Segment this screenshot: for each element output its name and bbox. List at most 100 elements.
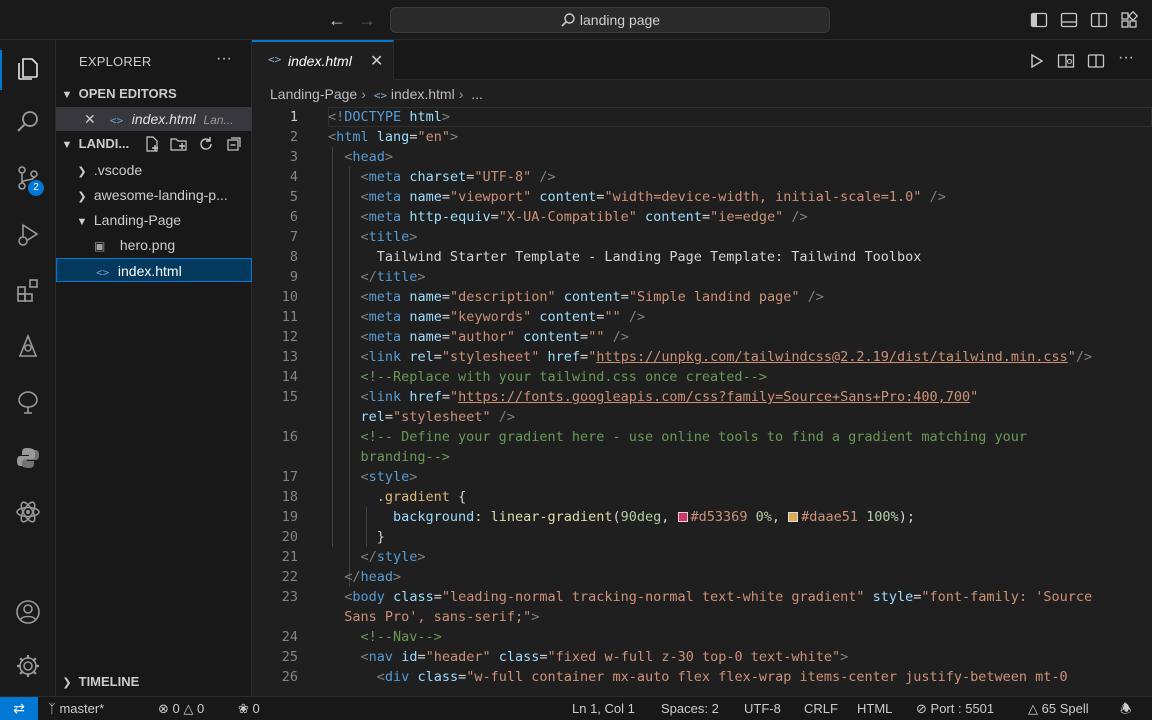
line-number: 24 bbox=[281, 629, 298, 645]
chevron-down-icon: ▼ bbox=[61, 89, 73, 101]
color-swatch[interactable] bbox=[788, 512, 799, 522]
problems-status[interactable]: ⊗ 0 △ 0 bbox=[158, 697, 204, 720]
breadcrumb-more[interactable]: ... bbox=[471, 86, 483, 102]
spell-label: 65 Spell bbox=[1041, 701, 1089, 716]
editor-tabs: <> index.html ✕ ··· bbox=[252, 40, 1152, 81]
folder-header[interactable]: ▼ LANDI... bbox=[56, 132, 252, 156]
tree-item-landing-page[interactable]: ▼ Landing-Page bbox=[56, 208, 252, 232]
python-icon[interactable] bbox=[12, 442, 44, 474]
branch-status[interactable]: ᛉ master* bbox=[48, 697, 104, 720]
line-ending[interactable]: CRLF bbox=[804, 697, 838, 720]
run-debug-icon[interactable] bbox=[12, 218, 44, 250]
toggle-secondary-sidebar-icon[interactable] bbox=[1090, 11, 1108, 29]
close-icon[interactable]: ✕ bbox=[370, 51, 383, 71]
tree-item-label: index.html bbox=[117, 263, 182, 279]
chevron-right-icon: › bbox=[361, 86, 366, 102]
line-number: 21 bbox=[281, 549, 298, 565]
forward-arrow-icon[interactable]: → bbox=[358, 10, 376, 30]
extensions-icon[interactable] bbox=[12, 274, 44, 306]
remote-explorer-icon[interactable] bbox=[12, 330, 44, 362]
refresh-icon[interactable] bbox=[198, 136, 214, 152]
back-arrow-icon[interactable]: ← bbox=[328, 10, 346, 30]
open-editors-header[interactable]: ▼ OPEN EDITORS bbox=[56, 82, 252, 106]
live-server-status[interactable]: ⊘ Port : 5501 bbox=[916, 697, 994, 720]
code-line: <meta http-equiv="X-UA-Compatible" conte… bbox=[360, 209, 808, 225]
explorer-icon[interactable] bbox=[12, 52, 44, 84]
explorer-more-icon[interactable]: ··· bbox=[216, 50, 232, 68]
close-icon[interactable]: ✕ bbox=[84, 107, 102, 131]
code-line: </head> bbox=[344, 569, 402, 585]
source-control-badge: 2 bbox=[28, 180, 44, 196]
manage-gear-icon[interactable] bbox=[12, 650, 44, 682]
breadcrumb-file[interactable]: index.html bbox=[391, 86, 455, 102]
run-icon[interactable] bbox=[1027, 52, 1045, 70]
html-file-icon: <> bbox=[109, 114, 124, 127]
ports-status[interactable]: ❀ 0 bbox=[238, 697, 260, 720]
line-number: 19 bbox=[281, 509, 298, 525]
account-icon[interactable] bbox=[12, 596, 44, 628]
code-line: <style> bbox=[360, 469, 418, 485]
warning-icon: △ bbox=[1028, 701, 1038, 716]
line-number: 5 bbox=[289, 189, 298, 205]
new-file-icon[interactable] bbox=[144, 136, 160, 152]
code-line: <meta name="viewport" content="width=dev… bbox=[360, 189, 946, 205]
active-indicator bbox=[0, 50, 2, 90]
tree-item-hero-png[interactable]: ▣ hero.png bbox=[56, 233, 252, 257]
tree-item-index-html[interactable]: <> index.html bbox=[56, 258, 252, 282]
error-count: 0 bbox=[172, 701, 180, 716]
collapse-all-icon[interactable] bbox=[226, 136, 242, 152]
tree-item-awesome-landing-page[interactable]: ❯ awesome-landing-p... bbox=[56, 183, 252, 207]
code-line: <!-- Define your gradient here - use onl… bbox=[360, 429, 1027, 445]
line-number: 14 bbox=[281, 369, 298, 385]
breadcrumb-folder[interactable]: Landing-Page bbox=[270, 86, 357, 102]
toggle-primary-sidebar-icon[interactable] bbox=[1030, 11, 1048, 29]
open-preview-icon[interactable] bbox=[1057, 52, 1075, 70]
code-line: <meta name="author" content="" /> bbox=[360, 329, 629, 345]
line-number: 2 bbox=[289, 129, 298, 145]
react-atom-icon[interactable] bbox=[12, 496, 44, 528]
indentation[interactable]: Spaces: 2 bbox=[661, 697, 719, 720]
chevron-right-icon: ❯ bbox=[77, 166, 87, 178]
spell-check-status[interactable]: △ 65 Spell bbox=[1028, 697, 1089, 720]
remote-indicator-icon[interactable]: ⇄ bbox=[0, 697, 38, 720]
code-line: </title> bbox=[360, 269, 426, 285]
timeline-header[interactable]: ❯ TIMELINE bbox=[56, 670, 252, 694]
line-number: 3 bbox=[289, 149, 298, 165]
line-number: 4 bbox=[289, 169, 298, 185]
line-number bbox=[252, 447, 298, 467]
error-icon: ⊗ bbox=[158, 701, 169, 716]
command-center-search[interactable]: landing page bbox=[390, 7, 830, 33]
no-entry-icon: ⊘ bbox=[916, 701, 927, 716]
notifications-bell-icon[interactable]: 🕭 bbox=[1120, 697, 1132, 720]
radio-tower-icon: ❀ bbox=[238, 701, 249, 716]
toggle-panel-icon[interactable] bbox=[1060, 11, 1078, 29]
search-icon[interactable] bbox=[12, 106, 44, 138]
tab-label: index.html bbox=[288, 53, 352, 69]
port-label: Port : 5501 bbox=[930, 701, 995, 716]
more-actions-icon[interactable]: ··· bbox=[1118, 49, 1134, 67]
tree-extension-icon[interactable] bbox=[12, 386, 44, 418]
color-swatch[interactable] bbox=[677, 512, 688, 522]
code-editor[interactable]: 1 2 3 4 5 6 7 8 9 10 11 12 13 14 15 16 17 18 19 20 21 22 23 24 2… bbox=[252, 107, 1152, 696]
code-line: <div class="w-full container mx-auto fle… bbox=[376, 669, 1068, 685]
line-number: 8 bbox=[289, 249, 298, 265]
customize-layout-icon[interactable] bbox=[1120, 11, 1138, 29]
open-editor-item[interactable]: ✕ <> index.html Lan... bbox=[56, 107, 252, 131]
branch-icon: ᛉ bbox=[48, 701, 56, 716]
cursor-position[interactable]: Ln 1, Col 1 bbox=[572, 697, 635, 720]
encoding[interactable]: UTF-8 bbox=[744, 697, 781, 720]
warning-count: 0 bbox=[197, 701, 205, 716]
line-number: 16 bbox=[281, 429, 298, 445]
language-mode[interactable]: HTML bbox=[857, 697, 892, 720]
tab-index-html[interactable]: <> index.html ✕ bbox=[252, 40, 394, 81]
tree-item-vscode[interactable]: ❯ .vscode bbox=[56, 158, 252, 182]
new-folder-icon[interactable] bbox=[170, 136, 188, 152]
line-number: 6 bbox=[289, 209, 298, 225]
title-bar: ← → landing page bbox=[0, 0, 1152, 40]
chevron-right-icon: › bbox=[458, 86, 464, 102]
status-bar: ⇄ ᛉ master* ⊗ 0 △ 0 ❀ 0 Ln 1, Col 1 Spac… bbox=[0, 696, 1152, 720]
split-editor-icon[interactable] bbox=[1087, 52, 1105, 70]
line-number: 22 bbox=[281, 569, 298, 585]
image-file-icon: ▣ bbox=[94, 239, 106, 253]
code-line: <link href="https://fonts.googleapis.com… bbox=[360, 389, 979, 405]
